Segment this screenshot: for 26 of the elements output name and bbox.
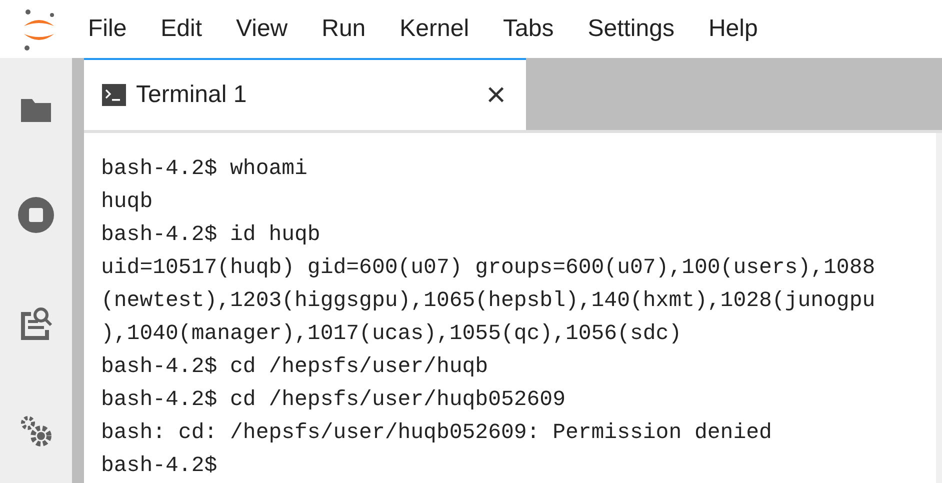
terminal-line: ),1040(manager),1017(ucas),1055(qc),1056(sdc): [101, 321, 683, 348]
terminal-line: bash-4.2$: [101, 453, 218, 480]
gears-icon[interactable]: [19, 414, 53, 448]
menu-item[interactable]: Help: [708, 11, 758, 47]
stop-icon[interactable]: [17, 196, 55, 234]
menu-item[interactable]: Run: [322, 11, 366, 47]
menu-item[interactable]: File: [88, 11, 127, 47]
menu-item[interactable]: Kernel: [400, 11, 470, 47]
tab-label: Terminal 1: [136, 80, 248, 110]
terminal-line: uid=10517(huqb) gid=600(u07) groups=600(u07),100(users),1088: [101, 255, 876, 282]
menu-item[interactable]: View: [236, 11, 288, 47]
menu-item[interactable]: Tabs: [503, 11, 554, 47]
tab[interactable]: Terminal 1 ×: [84, 58, 526, 130]
terminal-line: (newtest),1203(higgsgpu),1065(hepsbl),140(hxmt),1028(junogpu: [101, 288, 876, 315]
terminal-line: bash-4.2$ id huqb: [101, 222, 322, 249]
terminal-line: bash-4.2$ cd /hepsfs/user/huqb: [101, 354, 490, 381]
terminal-line: bash-4.2$ whoami: [101, 156, 308, 183]
folder-icon[interactable]: [19, 96, 53, 124]
document-search-icon[interactable]: [19, 306, 53, 342]
terminal-line: bash: cd: /hepsfs/user/huqb052609: Permission denied: [101, 420, 773, 447]
terminal-icon: [102, 84, 126, 106]
close-button[interactable]: ×: [486, 78, 506, 112]
terminal-line: huqb: [101, 189, 154, 216]
terminal-line: bash-4.2$ cd /hepsfs/user/huqb052609: [101, 387, 566, 414]
menu-item[interactable]: Settings: [588, 11, 674, 47]
menu-item[interactable]: Edit: [160, 11, 202, 47]
